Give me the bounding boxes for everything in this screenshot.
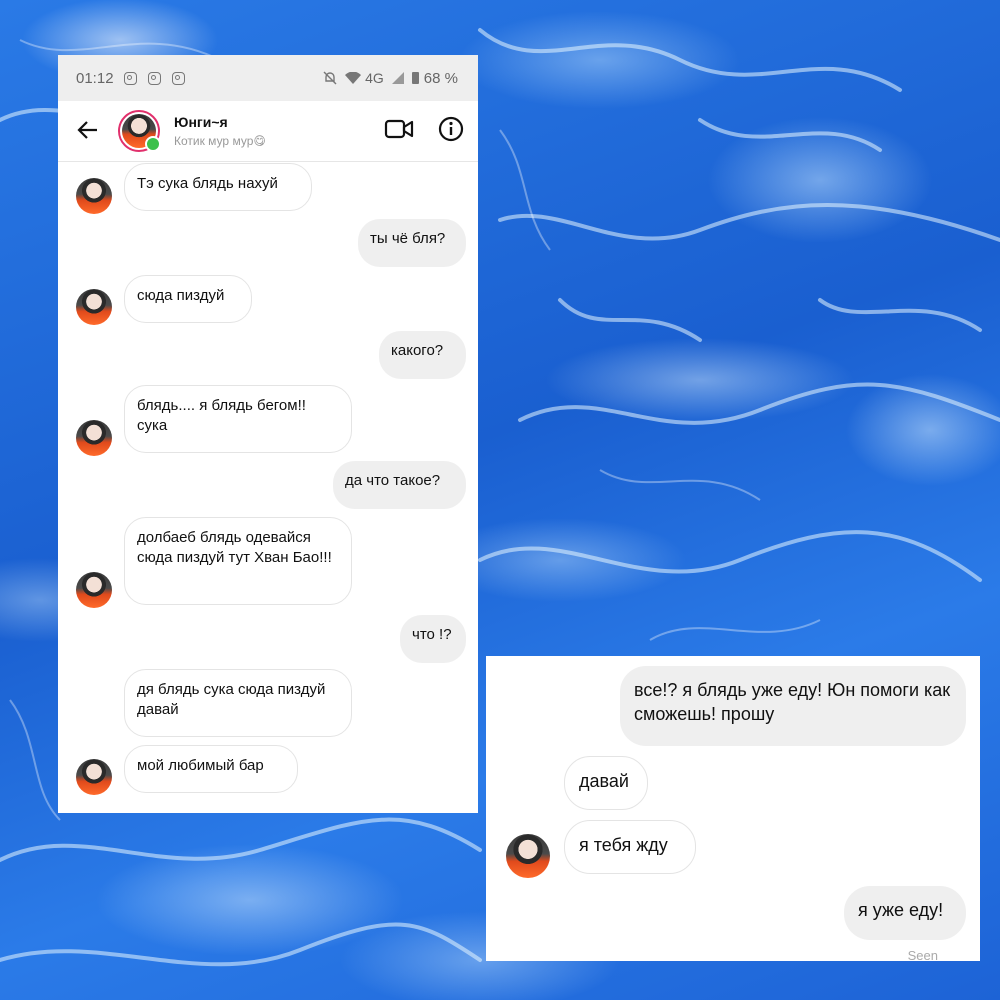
message-bubble-incoming[interactable]: дя блядь сука сюда пиздуй давай [124,669,352,737]
sender-avatar[interactable] [76,759,112,795]
contact-info[interactable]: Юнги~я Котик мур мур😋 [174,114,266,148]
back-arrow-icon[interactable] [58,116,118,147]
status-time: 01:12 [76,69,114,87]
info-icon[interactable] [438,116,464,142]
video-call-icon[interactable] [384,116,414,142]
message-bubble-outgoing[interactable]: все!? я блядь уже еду! Юн помоги как смо… [620,666,966,746]
contact-avatar[interactable] [118,110,161,152]
sender-avatar[interactable] [76,289,112,325]
network-type: 4G [365,70,384,86]
status-bar: 01:12 4G 68 % [58,55,478,101]
instagram-notification-icon [171,71,185,85]
chat-header: Юнги~я Котик мур мур😋 [58,101,478,162]
chat-continuation-panel: все!? я блядь уже еду! Юн помоги как смо… [486,656,980,961]
battery-icon [411,72,419,84]
message-bubble-outgoing[interactable]: я уже еду! [844,886,966,940]
seen-indicator: Seen [907,948,938,961]
message-bubble-outgoing[interactable]: да что такое? [333,461,466,509]
instagram-notification-icon [123,71,137,85]
sender-avatar[interactable] [76,178,112,214]
message-bubble-incoming[interactable]: Тэ сука блядь нахуй [124,163,312,211]
chat-screen: 01:12 4G 68 % Юнги~я Котик мур мур😋 Тэ с… [58,55,478,813]
signal-icon [391,72,404,84]
message-bubble-incoming[interactable]: давай [564,756,648,810]
message-bubble-incoming[interactable]: сюда пиздуй [124,275,252,323]
sender-avatar[interactable] [76,420,112,456]
online-indicator [145,136,161,152]
mute-icon [323,71,337,85]
sender-avatar[interactable] [506,834,550,878]
contact-name: Юнги~я [174,114,228,130]
message-bubble-incoming[interactable]: я тебя жду [564,820,696,874]
contact-status: Котик мур мур😋 [174,134,266,148]
message-bubble-outgoing[interactable]: какого? [379,331,466,379]
message-bubble-incoming[interactable]: блядь.... я блядь бегом!! сука [124,385,352,453]
message-bubble-outgoing[interactable]: что !? [400,615,466,663]
instagram-notification-icon [147,71,161,85]
message-bubble-incoming[interactable]: мой любимый бар [124,745,298,793]
sender-avatar[interactable] [76,572,112,608]
battery-percent: 68 % [423,69,458,87]
message-bubble-incoming[interactable]: долбаеб блядь одевайся сюда пиздуй тут Х… [124,517,352,605]
message-bubble-outgoing[interactable]: ты чё бля? [358,219,466,267]
wifi-icon [345,72,362,84]
